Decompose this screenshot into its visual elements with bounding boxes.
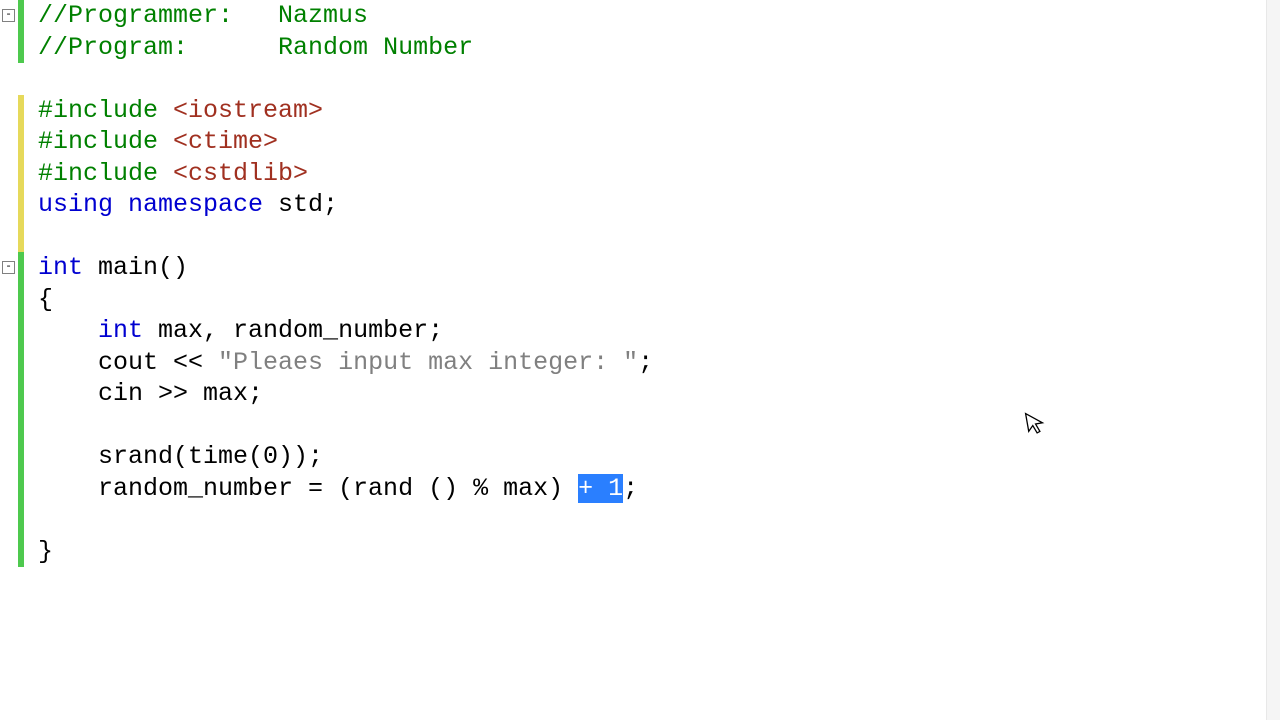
change-mark bbox=[18, 95, 24, 253]
code-area[interactable]: //Programmer: Nazmus//Program: Random Nu… bbox=[24, 0, 653, 720]
token-ident: { bbox=[38, 285, 53, 314]
token-ident: cout << bbox=[98, 348, 218, 377]
token-ident: cin >> max; bbox=[98, 379, 263, 408]
token-selected: + 1 bbox=[578, 474, 623, 503]
code-line[interactable]: cout << "Pleaes input max integer: "; bbox=[38, 347, 653, 379]
token-keyword: int bbox=[98, 316, 143, 345]
code-line[interactable]: int main() bbox=[38, 252, 653, 284]
code-line[interactable]: srand(time(0)); bbox=[38, 441, 653, 473]
code-line[interactable] bbox=[38, 63, 653, 95]
token-keyword: int bbox=[38, 253, 83, 282]
token-directive: #include bbox=[38, 96, 173, 125]
token-ident: random_number = (rand () % max) bbox=[98, 474, 578, 503]
code-line[interactable]: //Programmer: Nazmus bbox=[38, 0, 653, 32]
code-editor[interactable]: -- //Programmer: Nazmus//Program: Random… bbox=[0, 0, 1280, 720]
code-line[interactable]: using namespace std; bbox=[38, 189, 653, 221]
token-header: <cstdlib> bbox=[173, 159, 308, 188]
fold-toggle-icon[interactable]: - bbox=[2, 9, 15, 22]
fold-gutter[interactable]: -- bbox=[0, 0, 18, 720]
token-ident: } bbox=[38, 537, 53, 566]
fold-toggle-icon[interactable]: - bbox=[2, 261, 15, 274]
code-line[interactable] bbox=[38, 504, 653, 536]
code-line[interactable]: { bbox=[38, 284, 653, 316]
token-ident: srand(time(0)); bbox=[98, 442, 323, 471]
change-mark bbox=[18, 0, 24, 63]
code-line[interactable]: #include <cstdlib> bbox=[38, 158, 653, 190]
token-comment: //Program: bbox=[38, 33, 278, 62]
vertical-scrollbar[interactable] bbox=[1266, 0, 1280, 720]
code-line[interactable] bbox=[38, 221, 653, 253]
code-line[interactable]: int max, random_number; bbox=[38, 315, 653, 347]
token-directive: #include bbox=[38, 127, 173, 156]
token-comment: Random Number bbox=[278, 33, 473, 62]
token-ident: ; bbox=[623, 474, 638, 503]
code-line[interactable] bbox=[38, 410, 653, 442]
token-comment: //Programmer: bbox=[38, 1, 278, 30]
token-header: <iostream> bbox=[173, 96, 323, 125]
code-line[interactable]: #include <iostream> bbox=[38, 95, 653, 127]
code-line[interactable]: random_number = (rand () % max) + 1; bbox=[38, 473, 653, 505]
code-line[interactable]: #include <ctime> bbox=[38, 126, 653, 158]
token-ident: max, random_number; bbox=[143, 316, 443, 345]
token-string: "Pleaes input max integer: " bbox=[218, 348, 638, 377]
token-ident: std; bbox=[263, 190, 338, 219]
token-comment: Nazmus bbox=[278, 1, 368, 30]
token-ident: main() bbox=[83, 253, 188, 282]
code-line[interactable]: } bbox=[38, 536, 653, 568]
token-header: <ctime> bbox=[173, 127, 278, 156]
change-indicator-column bbox=[18, 0, 24, 720]
code-line[interactable]: //Program: Random Number bbox=[38, 32, 653, 64]
token-directive: #include bbox=[38, 159, 173, 188]
token-keyword: using namespace bbox=[38, 190, 263, 219]
code-line[interactable]: cin >> max; bbox=[38, 378, 653, 410]
change-mark bbox=[18, 252, 24, 567]
token-ident: ; bbox=[638, 348, 653, 377]
